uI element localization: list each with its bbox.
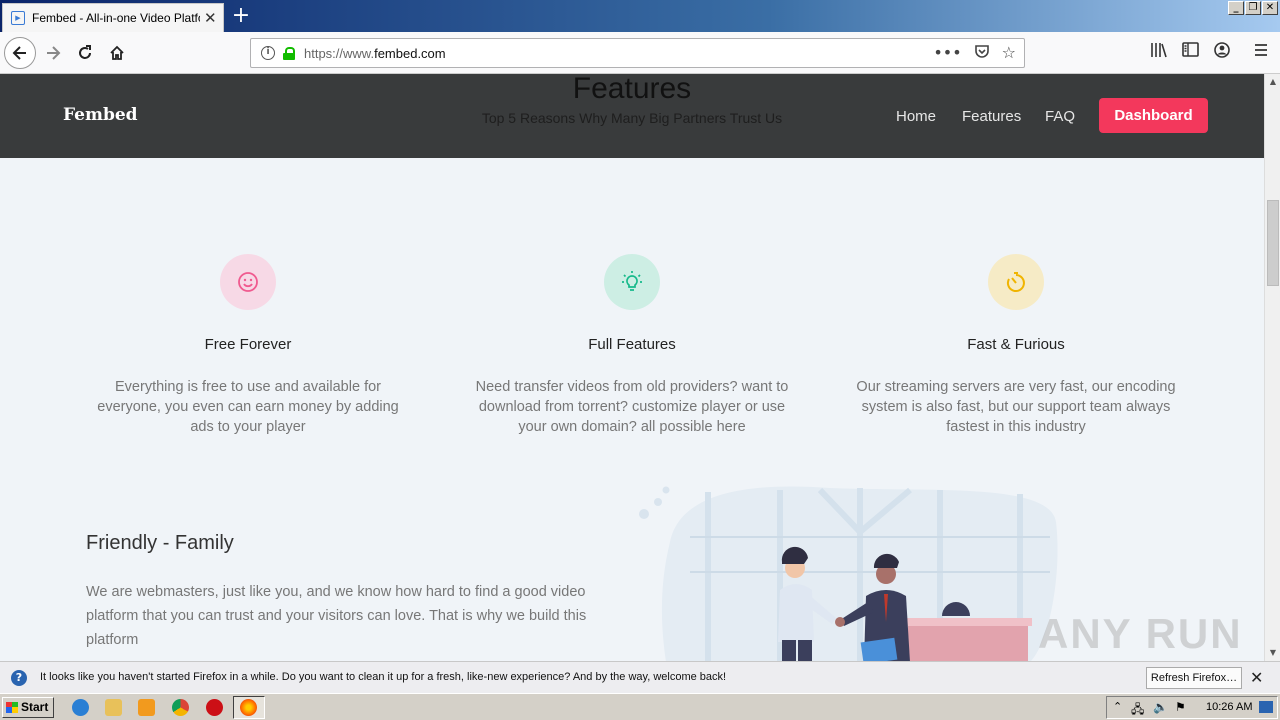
browser-toolbar: i https://www.fembed.com ••• ☆ — [0, 32, 1280, 74]
reload-icon — [79, 45, 91, 59]
dashboard-button[interactable]: Dashboard — [1099, 98, 1208, 133]
web-page: Fembed Features Top 5 Reasons Why Many B… — [0, 74, 1264, 661]
firefox-icon — [240, 699, 257, 716]
anyrun-watermark: ANY RUN — [1038, 610, 1243, 657]
menu-hamburger-icon[interactable] — [1254, 42, 1268, 61]
scroll-down-icon[interactable]: ▼ — [1265, 645, 1280, 661]
network-icon[interactable]: 🖧 — [1131, 700, 1144, 720]
nav-home[interactable]: Home — [896, 108, 936, 125]
lock-icon[interactable] — [283, 46, 295, 60]
sidebar-icon[interactable] — [1182, 42, 1199, 61]
home-icon — [110, 45, 124, 60]
back-button[interactable] — [4, 37, 36, 69]
ie-icon[interactable] — [72, 699, 89, 716]
tab-close-icon[interactable]: ✕ — [204, 9, 217, 27]
back-arrow-icon — [12, 46, 26, 60]
smile-icon — [220, 254, 276, 310]
feature-card-free: Free Forever Everything is free to use a… — [78, 254, 418, 437]
library-icon[interactable] — [1150, 42, 1168, 62]
browser-tab[interactable]: ▶ Fembed - All-in-one Video Platform ✕ — [2, 3, 224, 32]
lightbulb-icon — [604, 254, 660, 310]
feature-card-fast: Fast & Furious Our streaming servers are… — [846, 254, 1186, 437]
notification-bar: ? It looks like you haven't started Fire… — [0, 661, 1280, 693]
reload-button[interactable] — [70, 38, 100, 68]
question-icon: ? — [11, 670, 27, 686]
scroll-up-icon[interactable]: ▲ — [1265, 74, 1280, 90]
tab-title: Fembed - All-in-one Video Platform — [32, 11, 200, 25]
card-title: Free Forever — [204, 336, 292, 353]
forward-button[interactable] — [38, 38, 68, 68]
card-title: Full Features — [588, 336, 676, 353]
volume-icon[interactable]: 🔈 — [1153, 700, 1168, 714]
card-description: Need transfer videos from old providers?… — [475, 379, 789, 435]
show-desktop-icon[interactable] — [1259, 701, 1273, 713]
features-title: Features — [572, 74, 692, 105]
card-description: Our streaming servers are very fast, our… — [856, 379, 1176, 435]
opera-icon[interactable] — [206, 699, 223, 716]
pocket-icon[interactable] — [974, 43, 990, 63]
info-icon[interactable]: i — [261, 46, 275, 60]
new-tab-button[interactable]: + — [230, 3, 252, 29]
restore-button[interactable]: ❐ — [1245, 1, 1261, 15]
close-window-button[interactable]: ✕ — [1262, 1, 1278, 15]
handshake-illustration — [639, 486, 1058, 661]
notification-text: It looks like you haven't started Firefo… — [40, 671, 727, 683]
feature-card-full: Full Features Need transfer videos from … — [462, 254, 802, 437]
tray-expand-icon[interactable]: ⌃ — [1113, 700, 1122, 713]
flag-icon[interactable]: ⚑ — [1175, 700, 1186, 714]
page-actions-icon[interactable]: ••• — [933, 43, 961, 63]
forward-arrow-icon — [47, 46, 61, 60]
card-title: Fast & Furious — [967, 336, 1065, 353]
video-favicon-icon: ▶ — [11, 11, 25, 25]
explorer-folder-icon[interactable] — [105, 699, 122, 716]
nav-faq[interactable]: FAQ — [1045, 108, 1075, 125]
start-button[interactable]: Start — [2, 697, 54, 718]
notification-close-icon[interactable]: ✕ — [1250, 668, 1263, 687]
nav-features[interactable]: Features — [962, 108, 1021, 125]
friendly-family-text: We are webmasters, just like you, and we… — [86, 584, 587, 648]
url-bar[interactable]: i https://www.fembed.com ••• ☆ — [250, 38, 1025, 68]
firefox-taskbar-button[interactable] — [233, 696, 265, 719]
url-text[interactable]: https://www.fembed.com — [304, 46, 446, 61]
stopwatch-icon — [988, 254, 1044, 310]
minimize-button[interactable]: _ — [1228, 1, 1244, 15]
page-scrollbar[interactable]: ▲ ▼ — [1264, 74, 1280, 661]
chrome-icon[interactable] — [172, 699, 189, 716]
card-description: Everything is free to use and available … — [97, 379, 399, 435]
window-titlebar: ▶ Fembed - All-in-one Video Platform ✕ +… — [0, 0, 1280, 32]
friendly-family-title: Friendly - Family — [86, 532, 234, 554]
windows-taskbar: Start ⌃ 🖧 🔈 ⚑ 10:26 AM — [0, 693, 1280, 720]
refresh-firefox-button[interactable]: Refresh Firefox… — [1146, 667, 1242, 689]
media-player-icon[interactable] — [138, 699, 155, 716]
scroll-thumb[interactable] — [1267, 200, 1279, 286]
home-button[interactable] — [102, 38, 132, 68]
site-header: Fembed Features Top 5 Reasons Why Many B… — [0, 74, 1264, 158]
account-icon[interactable] — [1214, 42, 1230, 62]
bookmark-star-icon[interactable]: ☆ — [1002, 43, 1016, 63]
taskbar-clock: 10:26 AM — [1206, 701, 1253, 713]
windows-logo-icon — [6, 702, 18, 713]
